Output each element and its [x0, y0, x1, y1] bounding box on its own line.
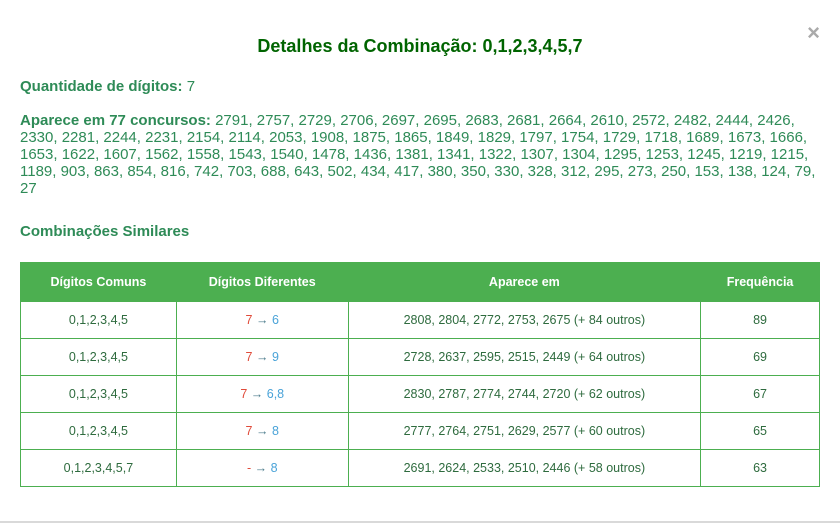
frequency-cell: 67	[700, 375, 820, 413]
different-digits-cell: 7 → 9	[175, 338, 349, 376]
different-digits-cell: 7 → 6	[175, 301, 349, 339]
quantity-value: 7	[186, 78, 196, 95]
modal-title: Detalhes da Combinação: 0,1,2,3,4,5,7	[257, 36, 583, 56]
removed-digit: 7	[240, 387, 248, 401]
frequency-cell: 65	[700, 412, 820, 450]
added-digit: 8	[271, 424, 279, 438]
table-row: 0,1,2,3,4,5 7 → 9 2728, 2637, 2595, 2515, …	[20, 338, 820, 376]
similar-combinations-title: Combinações Similares	[20, 223, 190, 240]
appears-line: Aparece em 77 concursos: 2791, 2757, 272…	[20, 112, 820, 197]
appears-label: Aparece em 77 concursos:	[20, 112, 211, 129]
appears-in-cell: 2728, 2637, 2595, 2515, 2449 (+ 64 outro…	[347, 338, 702, 376]
added-digit: 8	[270, 461, 278, 475]
different-digits-cell: 7 → 8	[175, 412, 349, 450]
arrow-icon: →	[255, 313, 269, 327]
arrow-icon: →	[254, 461, 268, 475]
added-digit: 9	[271, 350, 279, 364]
common-digits-cell: 0,1,2,3,4,5,7	[20, 449, 177, 487]
table-header-row: Dígitos Comuns Dígitos Diferentes Aparec…	[20, 262, 820, 302]
table-row: 0,1,2,3,4,5 7 → 6 2808, 2804, 2772, 2753, …	[20, 301, 820, 339]
removed-digit: 7	[245, 313, 253, 327]
common-digits-cell: 0,1,2,3,4,5	[20, 301, 177, 339]
frequency-cell: 63	[700, 449, 820, 487]
combination-details-modal: × Detalhes da Combinação: 0,1,2,3,4,5,7 …	[0, 0, 840, 523]
similar-combinations-table: Dígitos Comuns Dígitos Diferentes Aparec…	[20, 262, 820, 487]
table-row: 0,1,2,3,4,5,7- → 8 2691, 2624, 2533, 2510…	[20, 449, 820, 487]
common-digits-cell: 0,1,2,3,4,5	[20, 375, 177, 413]
common-digits-cell: 0,1,2,3,4,5	[20, 412, 177, 450]
table-row: 0,1,2,3,4,5 7 → 6,8 2830, 2787, 2774, 2744…	[20, 375, 820, 413]
removed-digit: 7	[245, 424, 253, 438]
arrow-icon: →	[255, 350, 269, 364]
common-digits-cell: 0,1,2,3,4,5	[20, 338, 177, 376]
added-digit: 6,8	[266, 387, 285, 401]
different-digits-cell: 7 → 6,8	[175, 375, 349, 413]
table-row: 0,1,2,3,4,5 7 → 8 2777, 2764, 2751, 2629, …	[20, 412, 820, 450]
quantity-line: Quantidade de dígitos: 7	[20, 78, 820, 95]
header-appears-in: Aparece em	[347, 262, 702, 302]
appears-in-cell: 2691, 2624, 2533, 2510, 2446 (+ 58 outro…	[347, 449, 702, 487]
appears-in-cell: 2777, 2764, 2751, 2629, 2577 (+ 60 outro…	[347, 412, 702, 450]
different-digits-cell: - → 8	[175, 449, 349, 487]
header-common-digits: Dígitos Comuns	[20, 262, 177, 302]
arrow-icon: →	[250, 387, 264, 401]
added-digit: 6	[271, 313, 279, 327]
frequency-cell: 69	[700, 338, 820, 376]
header-frequency: Frequência	[700, 262, 820, 302]
header-different-digits: Dígitos Diferentes	[175, 262, 349, 302]
appears-in-cell: 2808, 2804, 2772, 2753, 2675 (+ 84 outro…	[347, 301, 702, 339]
frequency-cell: 89	[700, 301, 820, 339]
arrow-icon: →	[255, 424, 269, 438]
appears-in-cell: 2830, 2787, 2774, 2744, 2720 (+ 62 outro…	[347, 375, 702, 413]
quantity-label: Quantidade de dígitos:	[20, 78, 183, 95]
removed-digit: -	[246, 461, 252, 475]
removed-digit: 7	[245, 350, 253, 364]
